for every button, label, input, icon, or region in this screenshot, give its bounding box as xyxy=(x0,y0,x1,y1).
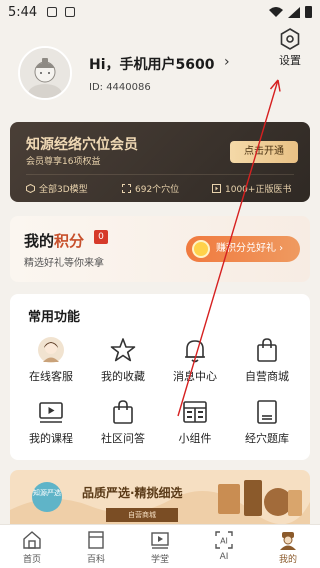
tab-encyclopedia[interactable]: 百科 xyxy=(64,525,128,568)
feature-label: 小组件 xyxy=(178,432,212,445)
points-count-badge: 0 xyxy=(94,230,108,244)
avatar[interactable] xyxy=(18,46,72,100)
widget-icon xyxy=(183,401,207,423)
vip-feature-3d-models: 全部3D模型 xyxy=(26,182,88,195)
product-images-icon xyxy=(218,480,302,516)
user-id: ID: 4440086 xyxy=(89,82,151,93)
settings-label: 设置 xyxy=(279,54,301,67)
tab-profile[interactable]: 我的 xyxy=(256,525,320,568)
vip-feature-label: 692个穴位 xyxy=(135,185,180,195)
points-subtitle: 精选好礼等你来拿 xyxy=(24,258,104,269)
customer-service-avatar-icon xyxy=(38,337,64,363)
banner-tag: 自营商城 xyxy=(106,508,178,522)
points-title-prefix: 我的 xyxy=(24,232,55,250)
points-card[interactable]: 我的积分 0 精选好礼等你来拿 赚积分兑好礼 › xyxy=(10,216,310,282)
home-icon xyxy=(23,531,41,549)
features-title: 常用功能 xyxy=(28,310,81,325)
settings-hexagon-icon xyxy=(280,28,300,50)
notification-square-icon xyxy=(47,7,58,17)
feature-label: 我的课程 xyxy=(29,432,73,445)
tab-classroom[interactable]: 学堂 xyxy=(128,525,192,568)
feature-acupoint-quiz[interactable]: 经穴题库 xyxy=(232,398,302,446)
signal-icon xyxy=(288,6,300,18)
feature-widget[interactable]: 小组件 xyxy=(160,398,230,446)
vip-title: 知源经络穴位会员 xyxy=(26,137,138,153)
banner-logo-badge: 知源严选 xyxy=(32,482,62,512)
profile-chevron-icon[interactable]: › xyxy=(224,54,230,70)
status-bar: 5:44 xyxy=(0,0,320,24)
tab-label: 百科 xyxy=(86,555,105,565)
vip-feature-label: 1000+正版医书 xyxy=(225,185,292,195)
open-membership-button[interactable]: 点击开通 xyxy=(230,141,298,163)
feature-label: 在线客服 xyxy=(29,370,73,383)
vip-membership-card[interactable]: 知源经络穴位会员 会员尊享16项权益 点击开通 全部3D模型 692个穴位 10… xyxy=(10,122,310,202)
ai-scan-icon: AI xyxy=(215,531,233,549)
classroom-icon xyxy=(151,532,169,549)
feature-favorites[interactable]: 我的收藏 xyxy=(88,336,158,384)
banner-slogan: 品质严选·精挑细选 xyxy=(82,486,183,500)
feature-label: 自营商城 xyxy=(245,370,289,383)
redeem-label: 赚积分兑好礼 › xyxy=(216,243,284,254)
profile-header: Hi，手机用户5600 › ID: 4440086 设置 xyxy=(0,28,320,120)
notification-image-icon xyxy=(65,7,76,17)
play-book-icon xyxy=(212,184,221,193)
shopping-bag-icon xyxy=(257,338,277,362)
tab-label: 首页 xyxy=(22,555,41,565)
book-icon xyxy=(257,400,277,424)
username[interactable]: Hi，手机用户5600 xyxy=(89,54,214,74)
bell-icon xyxy=(185,340,205,363)
redeem-points-button[interactable]: 赚积分兑好礼 › xyxy=(186,236,300,262)
avatar-illustration-icon xyxy=(20,48,70,98)
vip-feature-label: 全部3D模型 xyxy=(39,185,88,195)
tab-label: 我的 xyxy=(278,555,297,565)
star-icon xyxy=(110,338,136,362)
tab-home[interactable]: 首页 xyxy=(0,525,64,568)
common-features-section: 常用功能 在线客服 我的收藏 消息中心 自营商城 我的课程 社区问答 小组件 经… xyxy=(10,294,310,460)
shopping-bag-icon xyxy=(113,400,133,424)
vip-feature-acupoints: 692个穴位 xyxy=(122,182,179,195)
cube-icon xyxy=(26,184,35,193)
expand-icon xyxy=(122,184,131,193)
points-title-highlight: 积分 xyxy=(54,232,85,250)
vip-subtitle: 会员尊享16项权益 xyxy=(26,157,101,167)
coin-icon xyxy=(192,240,210,258)
feature-label: 经穴题库 xyxy=(245,432,289,445)
feature-online-service[interactable]: 在线客服 xyxy=(16,336,86,384)
feature-community-qa[interactable]: 社区问答 xyxy=(88,398,158,446)
status-time: 5:44 xyxy=(8,4,38,20)
video-icon xyxy=(39,402,63,423)
feature-self-store[interactable]: 自营商城 xyxy=(232,336,302,384)
feature-label: 我的收藏 xyxy=(101,370,145,383)
store-banner[interactable]: 知源严选 品质严选·精挑细选 自营商城 xyxy=(10,470,310,526)
points-title: 我的积分 xyxy=(24,230,84,251)
feature-label: 消息中心 xyxy=(173,370,217,383)
vip-divider xyxy=(26,174,294,175)
feature-message-center[interactable]: 消息中心 xyxy=(160,336,230,384)
tab-ai[interactable]: AI AI xyxy=(192,525,256,568)
feature-label: 社区问答 xyxy=(101,432,145,445)
settings-button[interactable]: 设置 xyxy=(272,28,308,72)
svg-text:AI: AI xyxy=(220,537,228,546)
bottom-tab-bar: 首页 百科 学堂 AI AI 我的 xyxy=(0,524,320,568)
wifi-icon xyxy=(269,7,283,17)
vip-feature-books: 1000+正版医书 xyxy=(212,182,291,195)
profile-doctor-icon xyxy=(280,532,296,550)
battery-icon xyxy=(305,6,312,18)
encyclopedia-icon xyxy=(88,531,104,549)
tab-label: AI xyxy=(219,552,229,562)
feature-my-courses[interactable]: 我的课程 xyxy=(16,398,86,446)
tab-label: 学堂 xyxy=(150,555,169,565)
